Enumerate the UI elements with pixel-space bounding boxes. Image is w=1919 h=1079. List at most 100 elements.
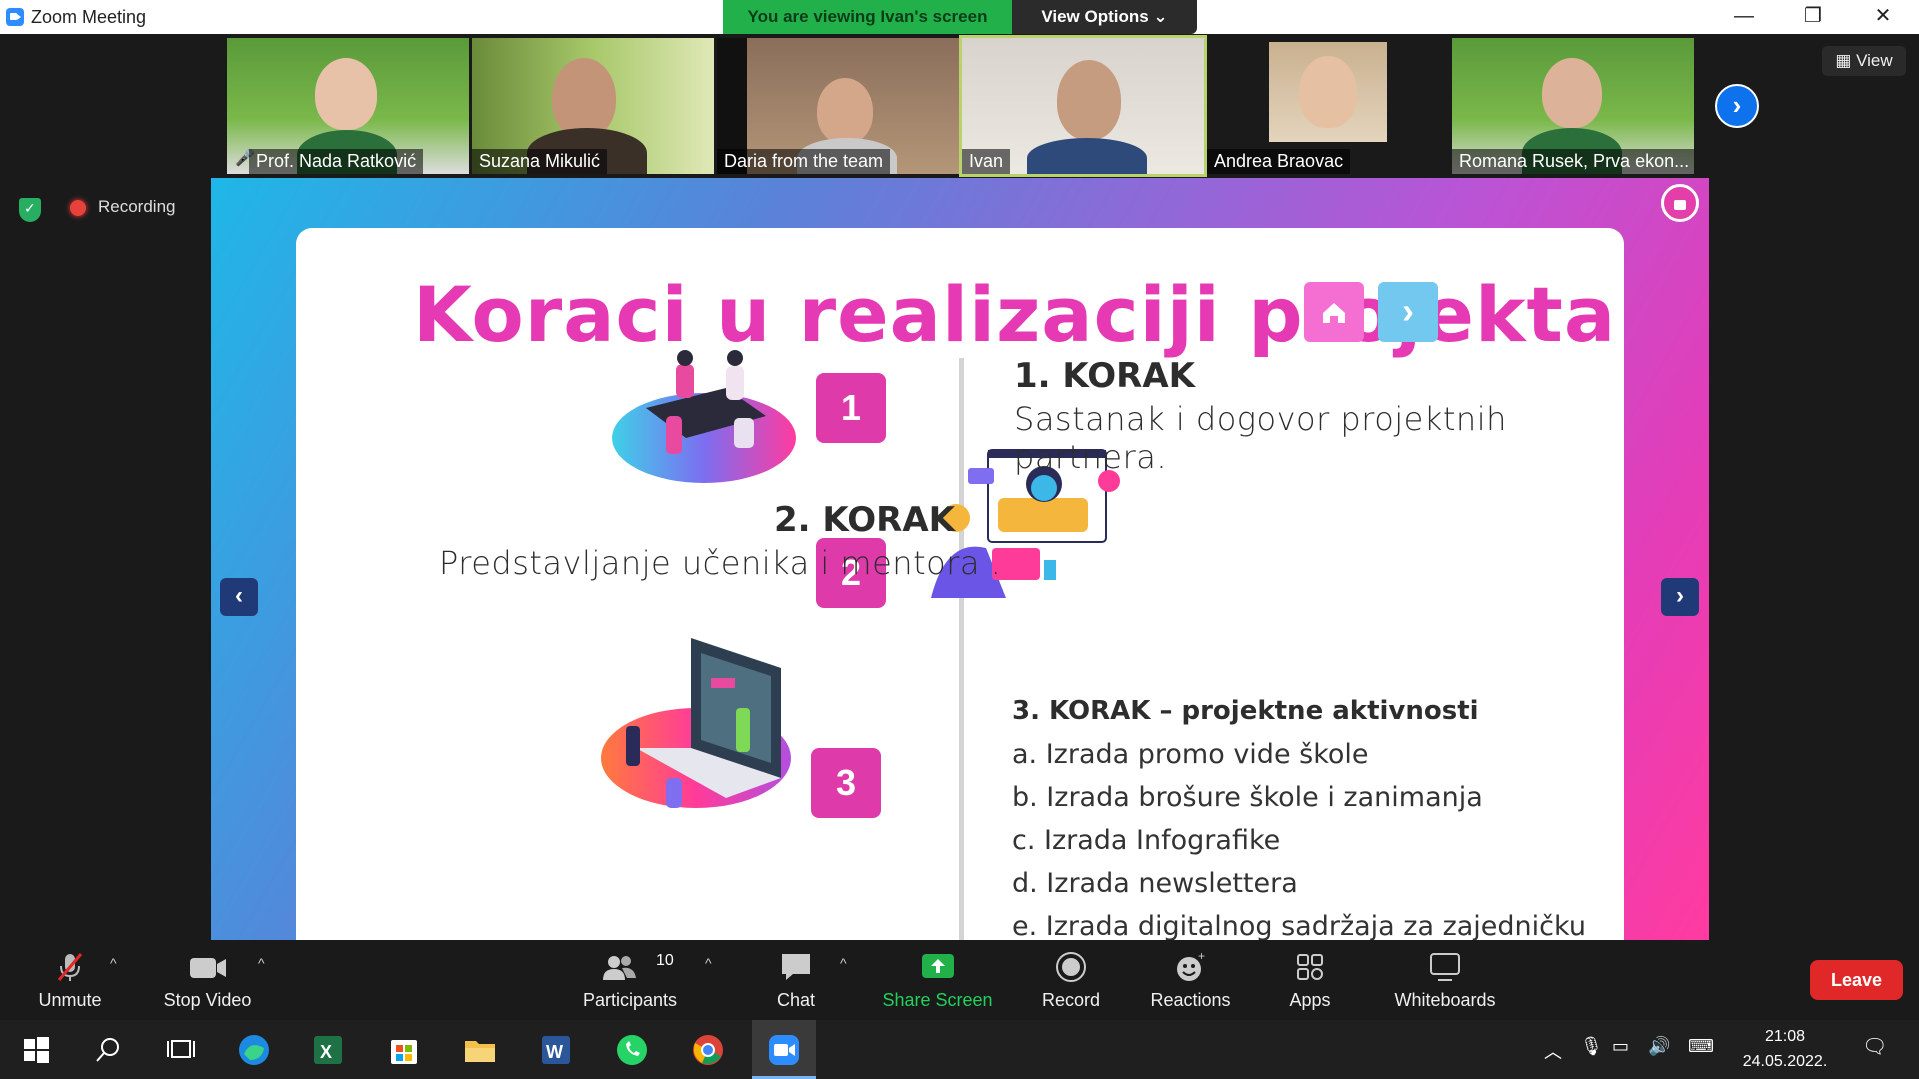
restore-button[interactable]: ❐: [1778, 0, 1848, 34]
unmute-button[interactable]: Unmute: [30, 940, 110, 1020]
search-icon[interactable]: [90, 1032, 126, 1068]
step-number: 1: [816, 373, 886, 443]
participants-button[interactable]: 10 Participants: [580, 940, 680, 1020]
record-button[interactable]: Record: [1035, 940, 1107, 1020]
share-screen-label: Share Screen: [882, 990, 993, 1010]
windows-start-icon[interactable]: [18, 1032, 54, 1068]
prev-slide-arrow[interactable]: ‹: [220, 578, 258, 616]
svg-text:W: W: [546, 1042, 563, 1062]
step-number: 3: [811, 748, 881, 818]
task-view-icon[interactable]: [162, 1032, 198, 1068]
zoom-taskbar-active[interactable]: [752, 1020, 816, 1079]
step-heading: 3. KORAK – projektne aktivnosti: [1012, 696, 1479, 726]
chat-options-caret[interactable]: ^: [840, 955, 847, 971]
step-text: Sastanak i dogovor projektnih partnera.: [1014, 400, 1507, 476]
avatar: [817, 78, 873, 144]
view-options-button[interactable]: View Options ⌄: [1012, 0, 1197, 34]
reactions-button[interactable]: + Reactions: [1148, 940, 1233, 1020]
close-button[interactable]: ✕: [1848, 0, 1918, 34]
whiteboard-icon: [1430, 953, 1460, 981]
participant-count: 10: [656, 952, 674, 969]
edge-browser-icon[interactable]: [236, 1032, 272, 1068]
participant-name: Prof. Nada Ratković: [249, 149, 424, 174]
activity-item: b. Izrada brošure škole i zanimanja: [1012, 782, 1483, 813]
unmute-label: Unmute: [38, 990, 102, 1010]
participant-tile[interactable]: Suzana Mikulić: [472, 38, 714, 174]
shared-screen: ‹ › Koraci u realizaciji projekta › 1 1.…: [211, 178, 1709, 940]
recording-label: Recording: [98, 197, 176, 216]
step-heading: 1. KORAK: [1014, 356, 1195, 396]
leave-button[interactable]: Leave: [1810, 960, 1903, 1000]
reactions-label: Reactions: [1150, 990, 1231, 1010]
activity-item: c. Izrada Infografike: [1012, 825, 1281, 856]
presentation-slide: Koraci u realizaciji projekta › 1 1. KOR…: [296, 228, 1624, 940]
zoom-app-icon: [6, 8, 24, 26]
participant-strip: 🎤 Prof. Nada Ratković Suzana Mikulić Dar…: [0, 34, 1919, 177]
chat-button[interactable]: Chat: [760, 940, 832, 1020]
video-camera-icon: [189, 958, 226, 978]
volume-icon[interactable]: 🔊: [1648, 1036, 1670, 1057]
step-text: Predstavljanje učenika i mentora .: [439, 544, 1002, 582]
window-title: Zoom Meeting: [31, 7, 147, 27]
laptop-illustration: [601, 638, 791, 808]
home-icon: [1323, 303, 1345, 323]
apps-label: Apps: [1289, 990, 1331, 1010]
whatsapp-icon[interactable]: [614, 1032, 650, 1068]
participant-name: Ivan: [962, 149, 1011, 174]
notifications-icon[interactable]: 🗨: [1862, 1034, 1887, 1059]
chrome-icon[interactable]: [690, 1032, 726, 1068]
apps-button[interactable]: Apps: [1285, 940, 1335, 1020]
chat-label: Chat: [776, 990, 816, 1010]
avatar: [552, 58, 616, 138]
microsoft-store-icon[interactable]: [386, 1032, 422, 1068]
next-participants-button[interactable]: ›: [1715, 84, 1759, 128]
audio-options-caret[interactable]: ^: [110, 955, 117, 971]
participant-tile[interactable]: Andrea Braovac: [1207, 38, 1449, 174]
recording-dot-icon: [70, 200, 86, 216]
whiteboards-button[interactable]: Whiteboards: [1390, 940, 1500, 1020]
activity-item: e. Izrada digitalnog sadržaja za zajedni…: [1012, 911, 1586, 940]
video-options-caret[interactable]: ^: [258, 955, 265, 971]
view-layout-button[interactable]: ▦ View: [1822, 46, 1906, 76]
share-screen-button[interactable]: Share Screen: [880, 940, 995, 1020]
participant-body: [1027, 138, 1147, 174]
home-button[interactable]: [1304, 282, 1364, 342]
excel-icon[interactable]: X: [310, 1032, 346, 1068]
unlock-icon[interactable]: [1661, 184, 1699, 222]
security-shield-icon[interactable]: [19, 198, 41, 222]
participant-tile-active[interactable]: Ivan: [959, 35, 1207, 177]
tray-expand-icon[interactable]: ︿: [1544, 1038, 1562, 1064]
avatar: [1057, 60, 1121, 140]
microphone-tray-icon[interactable]: 🎙: [1580, 1036, 1603, 1057]
activity-item: d. Izrada newslettera: [1012, 868, 1298, 899]
participant-name: Andrea Braovac: [1207, 149, 1351, 174]
battery-icon[interactable]: ▭: [1612, 1036, 1629, 1057]
participant-tile[interactable]: 🎤 Prof. Nada Ratković: [227, 38, 469, 174]
participant-tile[interactable]: Romana Rusek, Prva ekon...: [1452, 38, 1694, 174]
zoom-icon: [769, 1035, 799, 1065]
slide-next-button[interactable]: ›: [1378, 282, 1438, 342]
word-icon[interactable]: W: [538, 1032, 574, 1068]
avatar: [315, 58, 377, 130]
step-heading: 2. KORAK: [774, 500, 955, 540]
next-slide-arrow[interactable]: ›: [1661, 578, 1699, 616]
participant-video: [1269, 42, 1387, 142]
minimize-button[interactable]: —: [1709, 0, 1779, 34]
avatar: [1542, 58, 1602, 128]
participant-name: Suzana Mikulić: [472, 149, 608, 174]
avatar: [1299, 56, 1357, 128]
clock-date: 24.05.2022.: [1742, 1053, 1828, 1070]
participants-icon: [603, 956, 636, 980]
apps-icon: [1297, 954, 1323, 980]
keyboard-icon[interactable]: ⌨: [1688, 1036, 1714, 1057]
record-icon: [1056, 952, 1086, 982]
timeline-divider: [959, 358, 964, 940]
participant-tile[interactable]: Daria from the team: [717, 38, 959, 174]
svg-text:X: X: [320, 1042, 332, 1062]
taskbar-clock[interactable]: 21:08 24.05.2022.: [1730, 1024, 1840, 1074]
title-bar: Zoom Meeting You are viewing Ivan's scre…: [0, 0, 1919, 34]
stop-video-button[interactable]: Stop Video: [160, 940, 255, 1020]
file-explorer-icon[interactable]: [462, 1032, 498, 1068]
participants-options-caret[interactable]: ^: [705, 955, 712, 971]
mic-muted-icon: [57, 953, 83, 981]
